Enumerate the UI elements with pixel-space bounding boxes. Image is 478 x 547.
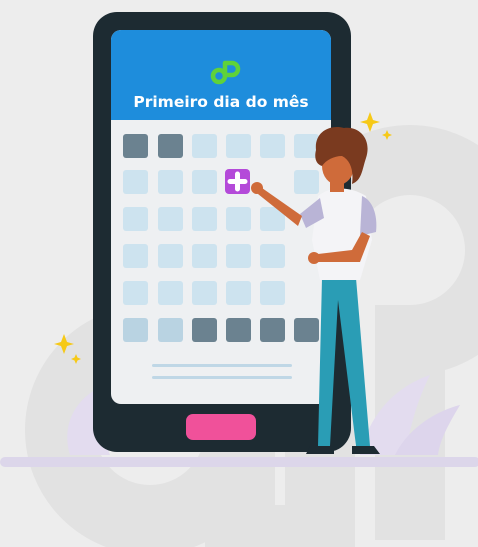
person-illustration bbox=[251, 126, 380, 454]
scene: Primeiro dia do mês bbox=[0, 0, 478, 547]
sparkle-icon bbox=[54, 334, 81, 364]
sparkle-icon bbox=[360, 112, 392, 140]
